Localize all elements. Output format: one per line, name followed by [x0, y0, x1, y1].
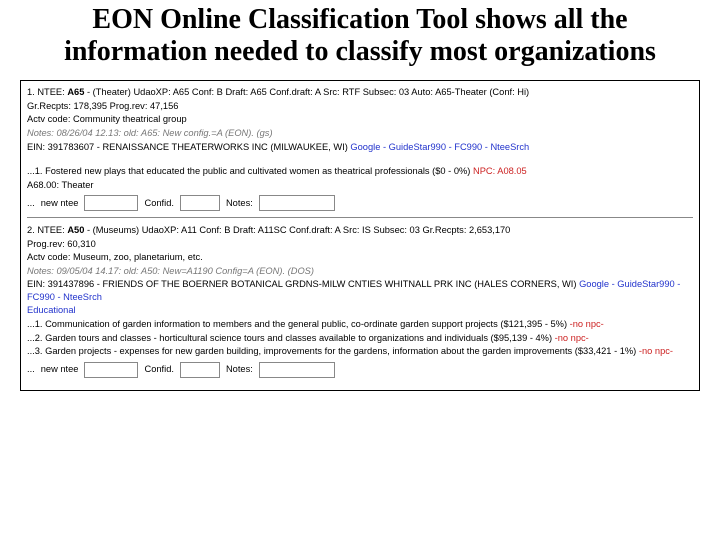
progrev-line: Prog.rev: 60,310 [27, 238, 693, 251]
body-line-2: ...2. Garden tours and classes - horticu… [27, 332, 693, 345]
body-line-3: ...3. Garden projects - expenses for new… [27, 345, 693, 358]
npc-text: -no npc- [570, 319, 604, 329]
npc-text: NPC: A08.05 [473, 166, 527, 176]
body-text: ...3. Garden projects - expenses for new… [27, 346, 639, 356]
npc-text: -no npc- [639, 346, 673, 356]
body-line-1: ...1. Communication of garden informatio… [27, 318, 693, 331]
body-line-2: A68.00: Theater [27, 179, 693, 192]
confid-label: Confid. [144, 363, 173, 376]
ein-text: EIN: 391437896 - FRIENDS OF THE BOERNER … [27, 279, 579, 289]
body-text: ...1. Communication of garden informatio… [27, 319, 570, 329]
notes-line: Notes: 09/05/04 14.17: old: A50: New=A11… [27, 265, 693, 278]
entry-row-2: ... new ntee Confid. Notes: [27, 362, 693, 378]
slide: EON Online Classification Tool shows all… [0, 0, 720, 540]
body-text: ...2. Garden tours and classes - horticu… [27, 333, 555, 343]
body-line-1: ...1. Fostered new plays that educated t… [27, 165, 693, 178]
ntee-prefix: 1. NTEE: [27, 87, 67, 97]
record-2: 2. NTEE: A50 - (Museums) UdaoXP: A11 Con… [27, 224, 693, 377]
new-ntee-label: new ntee [41, 197, 79, 210]
new-ntee-input[interactable] [84, 195, 138, 211]
notes-label: Notes: [226, 197, 253, 210]
npc-text: -no npc- [555, 333, 589, 343]
new-ntee-label: new ntee [41, 363, 79, 376]
entry-row-1: ... new ntee Confid. Notes: [27, 195, 693, 211]
ntee-prefix: 2. NTEE: [27, 225, 67, 235]
body-text: ...1. Fostered new plays that educated t… [27, 166, 473, 176]
dotdotdot: ... [27, 363, 35, 376]
confid-label: Confid. [144, 197, 173, 210]
receipts-line: Gr.Recpts: 178,395 Prog.rev: 47,156 [27, 100, 693, 113]
record-1: 1. NTEE: A65 - (Theater) UdaoXP: A65 Con… [27, 86, 693, 211]
slide-title: EON Online Classification Tool shows all… [60, 4, 660, 68]
classification-panel: 1. NTEE: A65 - (Theater) UdaoXP: A65 Con… [20, 80, 700, 390]
ntee-line: 2. NTEE: A50 - (Museums) UdaoXP: A11 Con… [27, 224, 693, 237]
links[interactable]: Google - GuideStar990 - FC990 - NteeSrch [350, 142, 529, 152]
notes-input[interactable] [259, 195, 335, 211]
new-ntee-input[interactable] [84, 362, 138, 378]
ntee-rest: - (Theater) UdaoXP: A65 Conf: B Draft: A… [84, 87, 529, 97]
notes-label: Notes: [226, 363, 253, 376]
separator [27, 217, 693, 218]
confid-input[interactable] [180, 195, 220, 211]
notes-input[interactable] [259, 362, 335, 378]
ntee-code: A50 [67, 225, 84, 235]
actv-line: Actv code: Community theatrical group [27, 113, 693, 126]
notes-line: Notes: 08/26/04 12.13: old: A65: New con… [27, 127, 693, 140]
ntee-code: A65 [67, 87, 84, 97]
ein-text: EIN: 391783607 - RENAISSANCE THEATERWORK… [27, 142, 350, 152]
ntee-line: 1. NTEE: A65 - (Theater) UdaoXP: A65 Con… [27, 86, 693, 99]
actv-line: Actv code: Museum, zoo, planetarium, etc… [27, 251, 693, 264]
confid-input[interactable] [180, 362, 220, 378]
ein-line: EIN: 391437896 - FRIENDS OF THE BOERNER … [27, 278, 693, 303]
dotdotdot: ... [27, 197, 35, 210]
ein-line: EIN: 391783607 - RENAISSANCE THEATERWORK… [27, 141, 693, 154]
ntee-rest: - (Museums) UdaoXP: A11 Conf: B Draft: A… [84, 225, 510, 235]
educational-line: Educational [27, 304, 693, 317]
